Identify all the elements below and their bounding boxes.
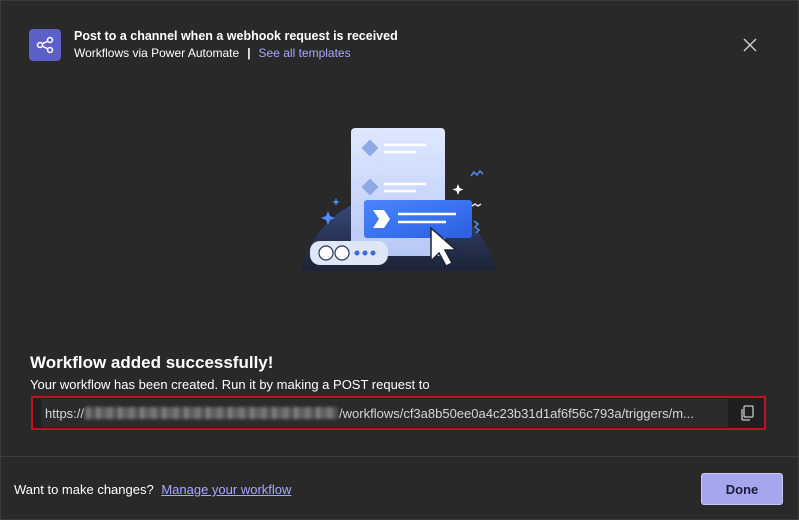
header-text: Post to a channel when a webhook request…: [74, 29, 398, 61]
success-description: Your workflow has been created. Run it b…: [30, 377, 430, 392]
success-title: Workflow added successfully!: [30, 353, 274, 372]
url-suffix: /workflows/cf3a8b50ee0a4c23b31d1af6f56c7…: [339, 405, 694, 421]
close-button[interactable]: [742, 37, 758, 53]
dialog-subtitle-row: Workflows via Power Automate | See all t…: [74, 45, 398, 61]
close-icon: [743, 38, 757, 52]
subtitle-separator: |: [247, 46, 251, 60]
success-message: Workflow added successfully! Your workfl…: [30, 353, 430, 393]
done-button[interactable]: Done: [701, 473, 783, 505]
redacted-url-segment: [85, 407, 339, 419]
see-all-templates-link[interactable]: See all templates: [259, 45, 351, 61]
footer-divider: [1, 456, 799, 457]
url-prefix: https://: [45, 405, 85, 421]
footer-prompt-row: Want to make changes? Manage your workfl…: [14, 482, 291, 497]
workflow-share-icon: [29, 29, 61, 61]
dialog-title: Post to a channel when a webhook request…: [74, 29, 398, 43]
dialog-header: Post to a channel when a webhook request…: [29, 29, 398, 61]
copy-url-button[interactable]: [738, 404, 756, 422]
workflow-illustration: [296, 126, 506, 271]
manage-workflow-link[interactable]: Manage your workflow: [161, 482, 291, 497]
workflow-dialog: Post to a channel when a webhook request…: [0, 0, 799, 520]
footer-prompt: Want to make changes?: [14, 482, 154, 497]
copy-icon: [741, 405, 754, 421]
webhook-url-text[interactable]: https:// /workflows/cf3a8b50ee0a4c23b31d…: [41, 399, 728, 427]
dialog-subtitle: Workflows via Power Automate: [74, 46, 240, 60]
webhook-url-field[interactable]: https:// /workflows/cf3a8b50ee0a4c23b31d…: [31, 396, 766, 430]
